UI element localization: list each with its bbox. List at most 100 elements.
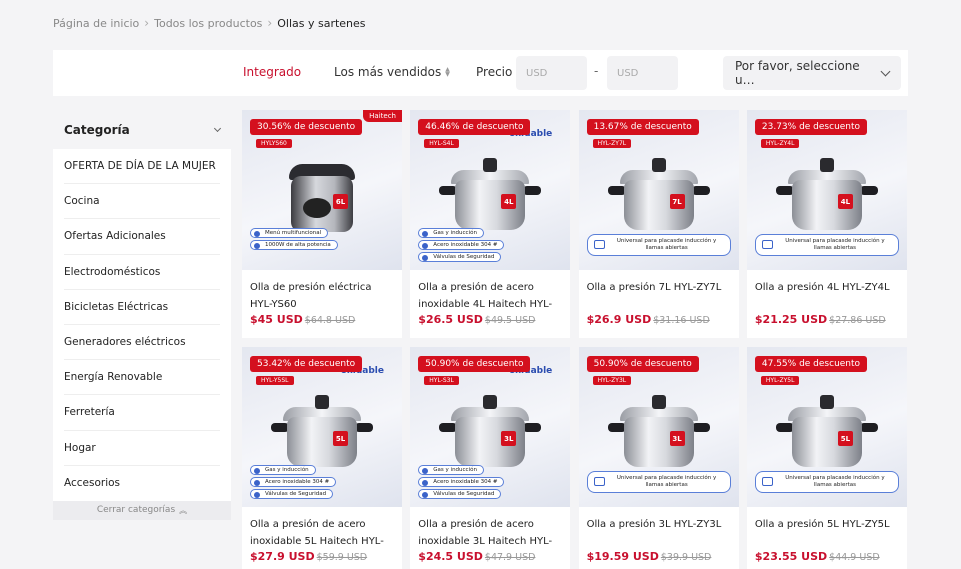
model-tag: HYL-Y5SL bbox=[256, 376, 294, 385]
chevron-right-icon: › bbox=[267, 16, 273, 30]
price-row: $26.5 USD $49.5 USD bbox=[418, 313, 562, 326]
category-item[interactable]: Generadores eléctricos bbox=[64, 325, 220, 361]
current-price: $26.5 USD bbox=[418, 313, 483, 326]
product-card[interactable]: 4L 23.73% de descuento HYL-ZY4L Universa… bbox=[746, 110, 907, 338]
chevron-down-icon bbox=[213, 124, 222, 132]
original-price: $31.16 USD bbox=[653, 315, 710, 326]
feature-badge: Menú multifuncional bbox=[250, 228, 329, 238]
product-card[interactable]: Haitech 6L 30.56% de descuento HYLYS60 M… bbox=[242, 110, 402, 338]
size-label: 4L bbox=[837, 194, 853, 209]
breadcrumb-home[interactable]: Página de inicio bbox=[53, 17, 139, 30]
pressure-cooker-icon: 5L bbox=[775, 395, 878, 469]
product-info: Olla a presión 7L HYL-ZY7L $26.9 USD $31… bbox=[579, 270, 739, 326]
product-info: Olla a presión de acero inoxidable 5L Ha… bbox=[242, 507, 402, 563]
product-title[interactable]: Olla a presión 3L HYL-ZY3L bbox=[587, 516, 731, 550]
original-price: $49.5 USD bbox=[484, 315, 536, 326]
category-item[interactable]: OFERTA DE DÍA DE LA MUJER bbox=[64, 149, 220, 185]
category-item[interactable]: Cocina bbox=[64, 184, 220, 220]
original-price: $64.8 USD bbox=[304, 315, 356, 326]
sort-best-sellers[interactable]: Los más vendidos ▲ ▼ bbox=[334, 65, 450, 79]
size-label: 6L bbox=[333, 194, 348, 209]
category-item[interactable]: Ofertas Adicionales bbox=[64, 219, 220, 255]
induction-info-badge: Universal para placasde inducción y llam… bbox=[586, 234, 731, 256]
discount-badge: 13.67% de descuento bbox=[586, 119, 699, 135]
category-item[interactable]: Hogar bbox=[64, 431, 220, 466]
discount-badge: 23.73% de descuento bbox=[754, 119, 868, 135]
current-price: $45 USD bbox=[250, 313, 303, 326]
price-max-input[interactable] bbox=[607, 56, 678, 90]
product-card[interactable]: oxidable 5L 53.42% de descuento HYL-Y5SL… bbox=[242, 347, 402, 569]
current-price: $23.55 USD bbox=[754, 550, 828, 563]
product-image[interactable]: oxidable 5L 53.42% de descuento HYL-Y5SL… bbox=[242, 347, 402, 507]
product-info: Olla a presión de acero inoxidable 4L Ha… bbox=[410, 270, 570, 326]
product-title[interactable]: Olla a presión de acero inoxidable 5L Ha… bbox=[250, 516, 394, 550]
product-image[interactable]: 7L 13.67% de descuento HYL-ZY7L Universa… bbox=[578, 110, 739, 270]
category-item[interactable]: Ferretería bbox=[64, 395, 220, 431]
price-row: $23.55 USD $44.9 USD bbox=[755, 550, 899, 563]
chevron-down-icon bbox=[880, 66, 891, 76]
product-title[interactable]: Olla a presión de acero inoxidable 4L Ha… bbox=[418, 279, 562, 313]
product-image[interactable]: 5L 47.55% de descuento HYL-ZY5L Universa… bbox=[746, 347, 907, 507]
feature-badge: Acero inoxidable 304 # bbox=[418, 240, 505, 250]
category-item[interactable]: Electrodomésticos bbox=[64, 255, 220, 290]
sort-select[interactable]: Por favor, seleccione u… bbox=[723, 56, 901, 90]
product-card[interactable]: oxidable 4L 46.46% de descuento HYL-S4L … bbox=[410, 110, 571, 338]
product-image[interactable]: oxidable 3L 50.90% de descuento HYL-S3L … bbox=[410, 347, 571, 507]
product-card[interactable]: 5L 47.55% de descuento HYL-ZY5L Universa… bbox=[746, 347, 907, 569]
product-title[interactable]: Olla a presión 5L HYL-ZY5L bbox=[755, 516, 899, 550]
product-card[interactable]: oxidable 3L 50.90% de descuento HYL-S3L … bbox=[410, 347, 571, 569]
feature-badges: Gas y inducción Acero inoxidable 304 # Vál… bbox=[418, 228, 505, 262]
original-price: $44.9 USD bbox=[829, 552, 880, 563]
product-image[interactable]: 4L 23.73% de descuento HYL-ZY4L Universa… bbox=[746, 110, 907, 270]
sort-integrado[interactable]: Integrado bbox=[243, 65, 301, 79]
price-min-input[interactable] bbox=[516, 56, 587, 90]
model-tag: HYL-ZY3L bbox=[592, 376, 632, 385]
feature-badge: Gas y inducción bbox=[418, 465, 484, 475]
discount-badge: 46.46% de descuento bbox=[418, 119, 531, 135]
pressure-cooker-icon: 6L bbox=[277, 158, 367, 232]
induction-info-badge: Universal para placasde inducción y llam… bbox=[754, 471, 899, 493]
feature-badge: Válvulas de Seguridad bbox=[418, 489, 502, 499]
model-tag: HYL-ZY5L bbox=[760, 376, 800, 385]
feature-badge: Gas y inducción bbox=[250, 465, 316, 475]
category-item[interactable]: Energía Renovable bbox=[64, 360, 220, 396]
discount-badge: 30.56% de descuento bbox=[250, 119, 363, 135]
product-title[interactable]: Olla a presión 4L HYL-ZY4L bbox=[755, 279, 899, 313]
category-header[interactable]: Categoría bbox=[53, 111, 231, 149]
product-title[interactable]: Olla a presión 7L HYL-ZY7L bbox=[587, 279, 731, 313]
category-item[interactable]: Accesorios bbox=[64, 466, 220, 501]
price-row: $21.25 USD $27.86 USD bbox=[755, 313, 899, 326]
model-tag: HYLYS60 bbox=[256, 139, 292, 148]
size-label: 3L bbox=[669, 431, 685, 446]
filter-bar: Integrado Los más vendidos ▲▼ Precio - P… bbox=[53, 50, 908, 96]
product-title[interactable]: Olla a presión de acero inoxidable 3L Ha… bbox=[418, 516, 562, 550]
current-price: $27.9 USD bbox=[250, 550, 315, 563]
product-info: Olla a presión de acero inoxidable 3L Ha… bbox=[410, 507, 570, 563]
product-info: Olla a presión 3L HYL-ZY3L $19.59 USD $3… bbox=[579, 507, 739, 563]
induction-info-badge: Universal para placasde inducción y llam… bbox=[754, 234, 899, 256]
model-tag: HYL-S3L bbox=[424, 376, 459, 385]
collapse-categories-button[interactable]: Cerrar categorías ︽ bbox=[53, 500, 231, 520]
product-image[interactable]: Haitech 6L 30.56% de descuento HYLYS60 M… bbox=[242, 110, 402, 270]
current-price: $19.59 USD bbox=[586, 550, 659, 563]
price-row: $27.9 USD $59.9 USD bbox=[250, 550, 394, 563]
price-label: Precio bbox=[476, 65, 513, 79]
product-card[interactable]: 7L 13.67% de descuento HYL-ZY7L Universa… bbox=[578, 110, 739, 338]
product-image[interactable]: 3L 50.90% de descuento HYL-ZY3L Universa… bbox=[578, 347, 739, 507]
breadcrumb: Página de inicio › Todos los productos ›… bbox=[53, 16, 366, 30]
category-item[interactable]: Bicicletas Eléctricas bbox=[64, 290, 220, 325]
price-row: $24.5 USD $47.9 USD bbox=[418, 550, 562, 563]
feature-badges: Gas y inducción Acero inoxidable 304 # Vál… bbox=[418, 465, 505, 499]
original-price: $47.9 USD bbox=[484, 552, 536, 563]
breadcrumb-all-products[interactable]: Todos los productos bbox=[154, 17, 262, 30]
sort-select-value: Por favor, seleccione u… bbox=[735, 59, 860, 87]
chevron-right-icon: › bbox=[144, 16, 150, 30]
product-title[interactable]: Olla de presión eléctrica HYL-YS60 bbox=[250, 279, 394, 313]
size-label: 3L bbox=[501, 431, 517, 446]
product-grid: Haitech 6L 30.56% de descuento HYLYS60 M… bbox=[242, 110, 907, 569]
size-label: 5L bbox=[837, 431, 853, 446]
pressure-cooker-icon: 4L bbox=[775, 158, 878, 232]
product-image[interactable]: oxidable 4L 46.46% de descuento HYL-S4L … bbox=[410, 110, 571, 270]
original-price: $27.86 USD bbox=[829, 315, 886, 326]
product-card[interactable]: 3L 50.90% de descuento HYL-ZY3L Universa… bbox=[578, 347, 739, 569]
